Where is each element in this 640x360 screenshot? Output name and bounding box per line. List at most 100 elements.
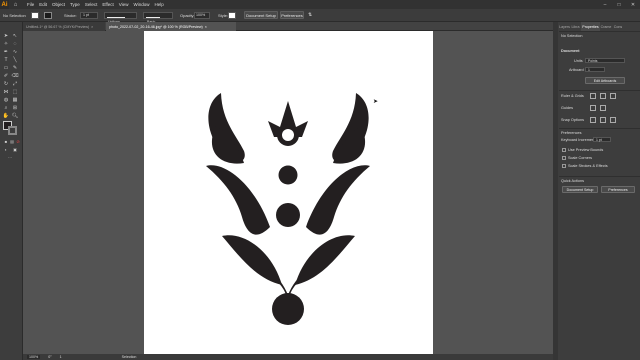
free-transform-icon[interactable]: ⬚ — [11, 88, 19, 95]
guides-label: Guides — [561, 106, 574, 110]
quick-actions-header: Quick Actions — [561, 179, 585, 183]
tab-crame[interactable]: Crame — [600, 22, 612, 31]
menu-file[interactable]: File — [27, 2, 34, 7]
more-tools-icon[interactable]: ··· — [6, 154, 14, 161]
menu-type[interactable]: Type — [70, 2, 80, 7]
snap-pixel-icon[interactable] — [610, 117, 616, 123]
grid-icon[interactable] — [600, 93, 606, 99]
menu-window[interactable]: Window — [133, 2, 149, 7]
menu-edit[interactable]: Edit — [39, 2, 47, 7]
menu-view[interactable]: View — [119, 2, 129, 7]
flower-artwork[interactable] — [144, 31, 433, 354]
ruler-icon[interactable] — [590, 93, 596, 99]
tab-label: Untitled-1* @ 56.67 % (CMYK/Preview) — [26, 24, 90, 29]
brush-select[interactable]: Basic — [143, 12, 173, 24]
stroke-label: Stroke: — [64, 13, 77, 18]
rectangle-tool-icon[interactable]: ▭ — [2, 64, 10, 71]
arrange-icon[interactable]: ⇅ — [308, 12, 312, 18]
edit-artboards-button[interactable]: Edit Artboards — [585, 77, 625, 84]
pen-tool-icon[interactable]: ✒ — [2, 48, 10, 55]
divider — [559, 31, 640, 32]
scale-strokes-checkbox[interactable] — [562, 164, 566, 168]
rotation-angle[interactable]: 0° — [48, 355, 51, 359]
qa-preferences-button[interactable]: Preferences — [601, 186, 635, 193]
maximize-icon[interactable]: □ — [612, 0, 626, 9]
artboard[interactable] — [144, 31, 433, 354]
variable-width-select[interactable]: Uniform — [104, 12, 137, 24]
rotate-tool-icon[interactable]: ↻ — [2, 80, 10, 87]
middle-dot — [278, 165, 298, 185]
lock-guides-icon[interactable] — [600, 105, 606, 111]
tool-status: Selection — [121, 355, 137, 359]
control-bar: No Selection Stroke: 1 pt Uniform Basic … — [0, 9, 640, 24]
none-mode-icon[interactable]: ⊘ — [14, 138, 22, 145]
screen-mode-icon[interactable]: ▣ — [11, 146, 19, 153]
eraser-icon[interactable]: ⌫ — [11, 72, 19, 79]
units-select[interactable]: Points — [585, 58, 625, 63]
tab-close-icon[interactable]: × — [91, 25, 93, 29]
divider — [559, 176, 640, 177]
draw-mode-icon[interactable]: ◐ — [2, 146, 10, 153]
panel-collapse-strip[interactable] — [553, 22, 558, 360]
pixel-grid-icon[interactable] — [610, 93, 616, 99]
stroke-weight-input[interactable]: 1 pt — [80, 12, 98, 19]
app-logo: Ai — [0, 0, 9, 9]
shape-builder-icon[interactable]: ◍ — [2, 96, 10, 103]
tab-libraries[interactable]: Libra — [570, 22, 581, 31]
stroke-swatch[interactable] — [44, 12, 52, 19]
ruler-grids-label: Ruler & Grids — [561, 94, 584, 98]
artboard-label: Artboard — [569, 68, 584, 72]
keyboard-increment-input[interactable]: 1 pt — [593, 137, 611, 142]
fill-swatch[interactable] — [31, 12, 39, 19]
preferences-button[interactable]: Preferences — [280, 11, 304, 19]
opacity-input[interactable]: 100% — [194, 12, 210, 19]
artboard-select[interactable]: 1 — [585, 67, 605, 72]
line-tool-icon[interactable]: ╲ — [11, 56, 19, 63]
canvas[interactable]: ➤ — [23, 31, 553, 354]
artboard-value: 1 — [588, 67, 590, 72]
style-swatch[interactable] — [228, 12, 236, 19]
shaper-tool-icon[interactable]: ✐ — [2, 72, 10, 79]
width-tool-icon[interactable]: ⋈ — [2, 88, 10, 95]
selection-tool-icon[interactable]: ➤ — [2, 32, 10, 39]
snap-point-icon[interactable] — [590, 117, 596, 123]
hand-tool-icon[interactable]: ✋ — [2, 112, 10, 119]
scale-corners-checkbox[interactable] — [562, 156, 566, 160]
eyedropper-icon[interactable]: ⌕ — [2, 104, 10, 111]
menu-select[interactable]: Select — [85, 2, 98, 7]
snap-grid-icon[interactable] — [600, 117, 606, 123]
menu-effect[interactable]: Effect — [102, 2, 113, 7]
scale-tool-icon[interactable]: ⤢ — [11, 80, 19, 87]
menu-help[interactable]: Help — [154, 2, 163, 7]
magic-wand-icon[interactable]: ✧ — [2, 40, 10, 47]
tab-untitled-1[interactable]: Untitled-1* @ 56.67 % (CMYK/Preview) × — [23, 22, 105, 31]
tab-layers[interactable]: Layers — [559, 22, 570, 31]
tab-cons[interactable]: Cons — [612, 22, 624, 31]
minimize-icon[interactable]: – — [598, 0, 612, 9]
type-tool-icon[interactable]: T — [2, 56, 10, 63]
use-preview-bounds-checkbox[interactable] — [562, 148, 566, 152]
menu-object[interactable]: Object — [52, 2, 65, 7]
lasso-icon[interactable]: ◌ — [11, 40, 19, 47]
direct-selection-tool-icon[interactable]: ↖ — [11, 32, 19, 39]
document-setup-button[interactable]: Document Setup — [244, 11, 278, 19]
perspective-grid-icon[interactable]: ▦ — [11, 96, 19, 103]
tab-properties[interactable]: Properties — [581, 22, 600, 31]
zoom-tool-icon[interactable]: 🔍︎ — [11, 112, 19, 119]
lower-dot — [276, 203, 300, 227]
qa-document-setup-button[interactable]: Document Setup — [562, 186, 598, 193]
home-icon[interactable]: ⌂ — [12, 1, 19, 8]
tab-photo[interactable]: photo_2022-07-02_20-16-46.jpg* @ 100 % (… — [106, 22, 236, 31]
paintbrush-icon[interactable]: ✎ — [11, 64, 19, 71]
document-header: Document — [561, 49, 580, 53]
curvature-tool-icon[interactable]: ∿ — [11, 48, 19, 55]
tab-close-icon[interactable]: × — [205, 25, 207, 29]
close-icon[interactable]: ✕ — [626, 0, 640, 9]
stroke-color-icon[interactable] — [8, 126, 17, 135]
show-guides-icon[interactable] — [590, 105, 596, 111]
snap-options-label: Snap Options — [561, 118, 585, 122]
artboard-tool-icon[interactable]: ⊞ — [11, 104, 19, 111]
zoom-level[interactable]: 100% — [27, 355, 41, 359]
status-bar: 100% 0° 1 Selection — [23, 354, 553, 360]
artboard-navigator[interactable]: 1 — [60, 355, 62, 359]
